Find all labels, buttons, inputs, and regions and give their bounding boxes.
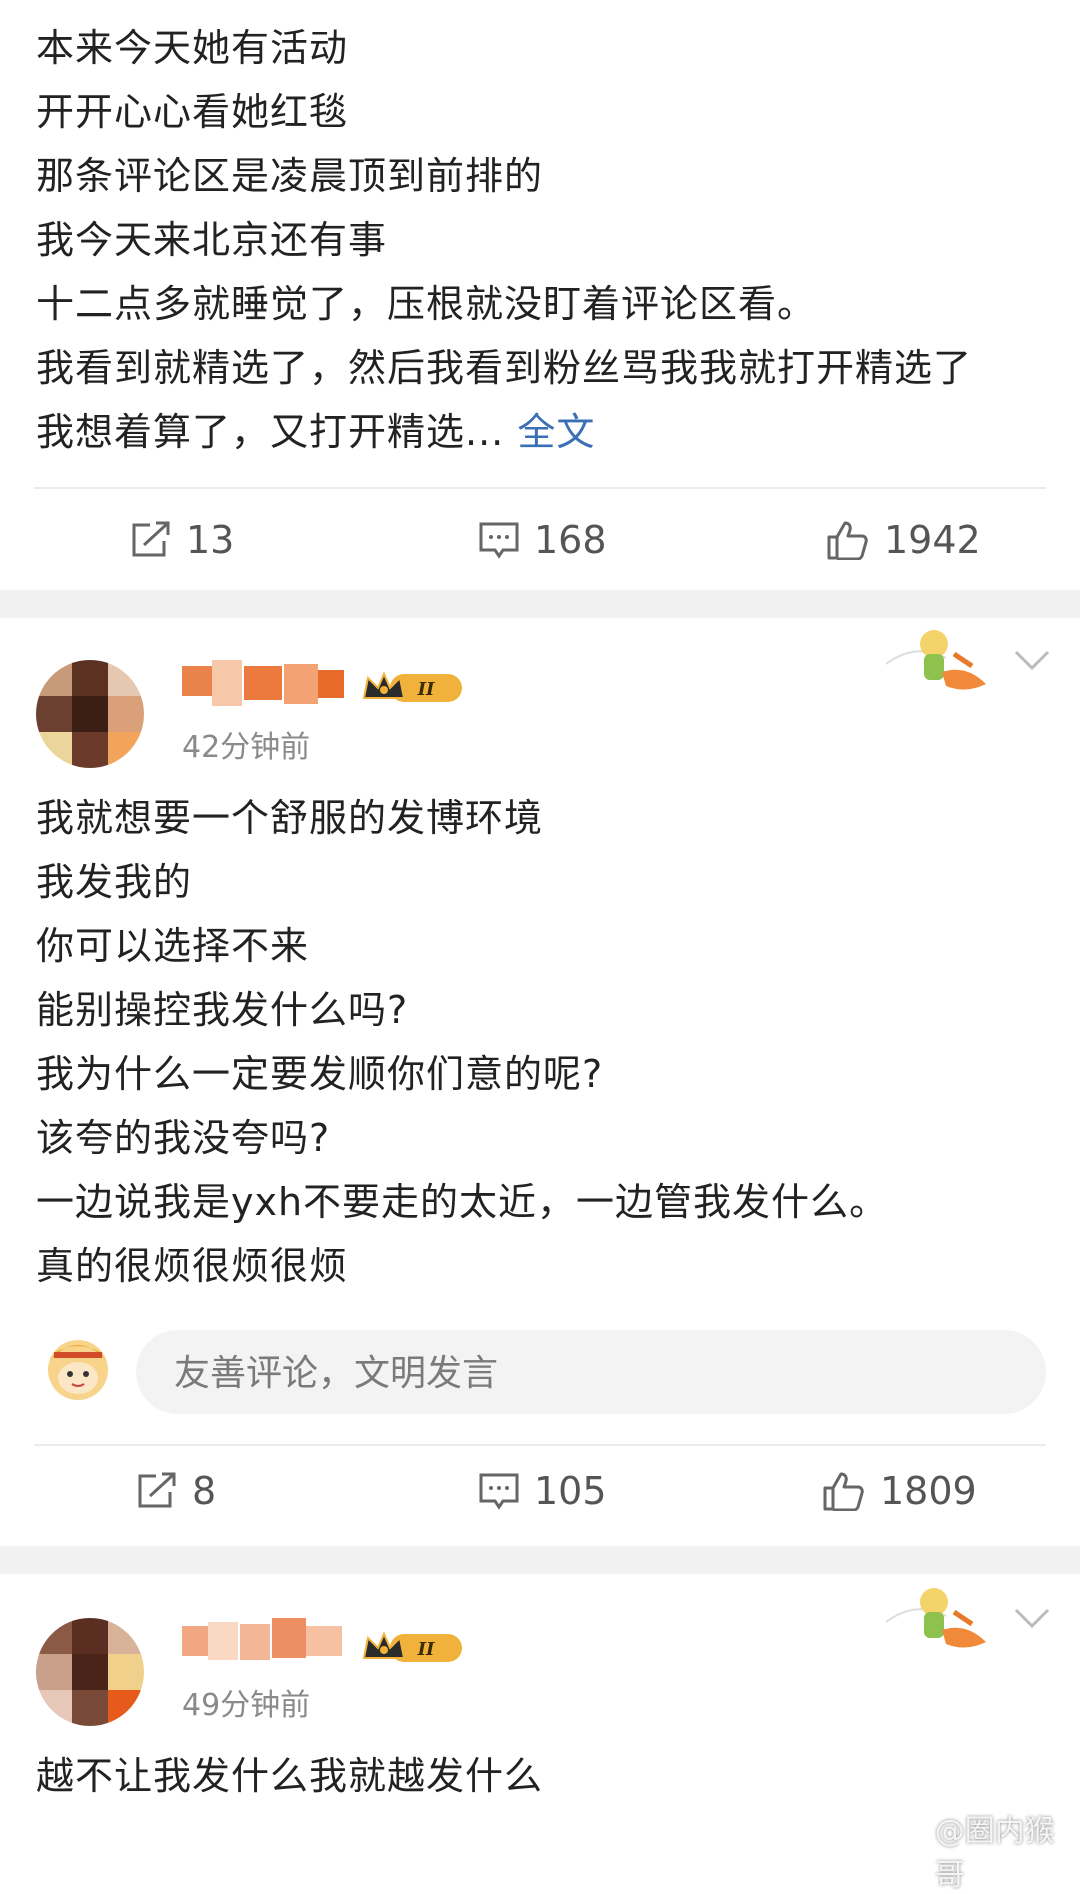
- post-text-line: 我发我的: [36, 860, 193, 904]
- comment-button[interactable]: 168: [478, 505, 607, 575]
- divider: [34, 487, 1046, 489]
- avatar[interactable]: [36, 660, 144, 768]
- vip-crown-badge[interactable]: II: [360, 1628, 466, 1668]
- comment-input[interactable]: [136, 1330, 1036, 1416]
- repost-count: 13: [186, 518, 235, 562]
- comment-count: 168: [534, 518, 607, 562]
- post-text-line: 开开心心看她红毯: [36, 90, 349, 134]
- chevron-down-icon[interactable]: [1012, 1606, 1052, 1630]
- comment-icon: [479, 522, 519, 559]
- card-separator: [0, 590, 1080, 618]
- post-text: 我想着算了，又打开精选...: [36, 410, 505, 454]
- thumbs-up-icon: [823, 1472, 864, 1511]
- username-blurred[interactable]: [182, 1618, 352, 1664]
- vip-crown-badge[interactable]: II: [360, 668, 466, 708]
- repost-icon: [132, 521, 170, 557]
- post-text-line: 越不让我发什么我就越发什么: [36, 1754, 544, 1798]
- comment-icon: [479, 1473, 519, 1510]
- watermark-text: @圈内猴哥: [934, 1814, 1055, 1893]
- like-button[interactable]: 1809: [822, 1456, 977, 1526]
- post-text-line: 那条评论区是凌晨顶到前排的: [36, 154, 544, 198]
- post-text-line: 该夸的我没夸吗?: [36, 1116, 331, 1160]
- post-text-line-last: 我想着算了，又打开精选... 全文: [36, 400, 595, 464]
- my-avatar-monkey-king[interactable]: [40, 1330, 116, 1406]
- avatar[interactable]: [36, 1618, 144, 1726]
- post-timestamp: 49分钟前: [182, 1688, 311, 1723]
- repost-button[interactable]: 13: [130, 505, 234, 575]
- action-bar: 8 105 1809: [0, 1456, 1080, 1526]
- post-text-line: 本来今天她有活动: [36, 26, 349, 70]
- post-text-line: 真的很烦很烦很烦: [36, 1244, 349, 1288]
- chevron-down-icon[interactable]: [1012, 648, 1052, 672]
- repost-button[interactable]: 8: [136, 1456, 216, 1526]
- post-text-line: 一边说我是yxh不要走的太近，一边管我发什么。: [36, 1180, 889, 1224]
- post-text-line: 我看到就精选了，然后我看到粉丝骂我我就打开精选了: [36, 346, 973, 390]
- comment-count: 105: [534, 1469, 607, 1513]
- weibo-logo-icon: [891, 1838, 925, 1864]
- little-prince-decoration-icon: [886, 630, 986, 690]
- post-text-line: 我为什么一定要发顺你们意的呢?: [36, 1052, 604, 1096]
- post-card-1: 本来今天她有活动 开开心心看她红毯 那条评论区是凌晨顶到前排的 我今天来北京还有…: [0, 0, 1080, 590]
- like-count: 1942: [884, 518, 981, 562]
- weibo-watermark: @圈内猴哥: [890, 1806, 1080, 1894]
- little-prince-decoration-icon: [886, 1588, 986, 1648]
- action-bar: 13 168 1942: [0, 505, 1080, 575]
- svg-text:II: II: [417, 1639, 435, 1660]
- comment-input-box[interactable]: [136, 1330, 1046, 1416]
- read-more-link[interactable]: 全文: [517, 410, 595, 454]
- svg-text:II: II: [417, 679, 435, 700]
- thumbs-up-icon: [827, 521, 868, 560]
- card-separator: [0, 1546, 1080, 1574]
- post-text-line: 我今天来北京还有事: [36, 218, 388, 262]
- post-text-line: 十二点多就睡觉了，压根就没盯着评论区看。: [36, 282, 817, 326]
- like-count: 1809: [880, 1469, 977, 1513]
- divider: [34, 1444, 1046, 1446]
- post-text-line: 能别操控我发什么吗?: [36, 988, 409, 1032]
- repost-icon: [138, 1472, 176, 1508]
- like-button[interactable]: 1942: [826, 505, 981, 575]
- post-text-line: 你可以选择不来: [36, 924, 310, 968]
- comment-button[interactable]: 105: [478, 1456, 607, 1526]
- post-text-line: 我就想要一个舒服的发博环境: [36, 796, 544, 840]
- post-timestamp: 42分钟前: [182, 730, 311, 765]
- repost-count: 8: [192, 1469, 217, 1513]
- username-blurred[interactable]: [182, 660, 352, 706]
